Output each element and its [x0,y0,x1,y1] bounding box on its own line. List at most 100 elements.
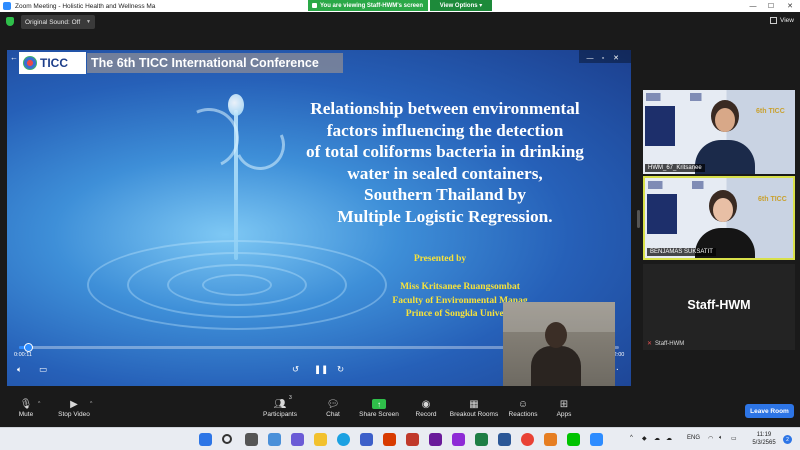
staff-tile[interactable]: Staff-HWM ✕ Staff-HWM [643,264,795,350]
notification-badge[interactable]: 2 [783,435,792,444]
reactions-button[interactable]: ☺︎ Reactions [507,397,539,425]
chevron-down-icon: ▾ [479,3,483,9]
wifi-icon[interactable]: ◠ [708,435,713,442]
forward-icon[interactable]: ↻ [337,364,344,375]
tray-app-icon[interactable]: ◆ [642,435,647,442]
slide-title-line: Multiple Logistic Regression. [337,206,553,226]
powerpoint-icon[interactable] [406,433,419,446]
person-silhouette [531,346,581,386]
excel-icon[interactable] [475,433,488,446]
self-camera-tile[interactable] [503,302,615,386]
window-titlebar: Zoom Meeting - Holistic Health and Welln… [0,0,800,12]
ripple-ring [202,274,272,296]
chat-icon: 💬︎ [326,398,340,410]
breakout-rooms-button[interactable]: ▦ Breakout Rooms [449,397,499,425]
apps-icon: ⊞ [559,398,569,410]
windows-taskbar: ^ ◆ ☁︎ ☁︎ ENG ◠ 🔈︎ ▭ 11:19 5/3/2565 2 [0,427,800,450]
minimize-video-icon[interactable]: — [585,54,595,62]
ticc-logo-icon [23,56,37,70]
word-icon[interactable] [498,433,511,446]
rewind-icon[interactable]: ↺ [292,364,299,375]
office-icon[interactable] [383,433,396,446]
panel-resize-handle[interactable] [637,210,640,228]
onedrive-icon[interactable]: ☁︎ [666,435,672,442]
progress-knob[interactable] [24,343,33,352]
person-face [715,108,735,132]
subtitles-icon[interactable]: ▭ [39,364,47,375]
slide-title-line: Relationship between environmental [310,99,580,118]
mute-button[interactable]: 🎙︎ Mute [14,397,38,425]
participant-tile-active[interactable]: 6th TICC BENJAMAS SUKSATIT [643,176,795,260]
share-screen-button[interactable]: ↑ Share Screen [358,397,400,425]
slide-title-line: of total coliforms bacteria in drinking [306,142,584,161]
close-video-icon[interactable]: ✕ [611,54,621,62]
chrome-icon[interactable] [521,433,534,446]
record-icon: ◉ [421,398,431,410]
presented-by: Presented by [413,254,467,264]
current-time: 0:00:11 [14,352,32,358]
apps-label: Apps [556,411,572,418]
staff-name-label: ✕ Staff-HWM [647,340,684,348]
view-options-button[interactable]: View Options ▾ [430,0,492,11]
restore-video-icon[interactable]: ▫ [598,54,608,62]
mic-muted-icon: ✕ [647,341,653,347]
onenote-icon[interactable] [452,433,465,446]
file-explorer-icon[interactable] [314,433,327,446]
line-icon[interactable] [567,433,580,446]
conference-title: The 6th TICC International Conference [87,53,343,73]
reactions-icon: ☺︎ [517,398,529,410]
record-button[interactable]: ◉ Record [414,397,438,425]
grid-icon [770,17,778,24]
conference-logo: 6th TICC [756,108,785,115]
presenter-name: Miss Kritsanee Ruangsombat [400,282,520,292]
leave-room-button[interactable]: Leave Room [745,404,794,418]
participant-name: HWM_67_Kritsanee [645,164,705,172]
app-icon[interactable] [544,433,557,446]
chevron-down-icon: ▼ [86,19,91,25]
record-label: Record [415,411,437,418]
minimize-icon[interactable]: — [746,0,760,12]
task-view-icon[interactable] [245,433,258,446]
viewing-banner: You are viewing Staff-HWM's screen [308,0,428,11]
sponsor-logos [646,93,792,101]
start-icon[interactable] [199,433,212,446]
chat-button[interactable]: 💬︎ Chat [322,397,344,425]
clock-time: 11:19 [756,432,772,438]
pause-icon[interactable]: ❚❚ [314,364,328,375]
premiere-icon[interactable] [429,433,442,446]
person-face [713,198,733,222]
original-sound-toggle[interactable]: Original Sound: Off ▼ [21,15,95,29]
video-options-caret[interactable]: ^ [90,401,92,407]
battery-icon[interactable]: ▭ [731,435,737,442]
chevron-up-icon[interactable]: ^ [630,435,633,441]
view-button[interactable]: View [770,17,794,24]
window-title: Zoom Meeting - Holistic Health and Welln… [15,2,156,10]
staff-display-name: Staff-HWM [687,298,751,312]
store-icon[interactable] [360,433,373,446]
sponsor-logos [648,181,793,189]
stop-video-button[interactable]: ▶︎ Stop Video [56,397,92,425]
close-icon[interactable]: ✕ [783,0,797,12]
mute-options-caret[interactable]: ^ [38,401,40,407]
breakout-rooms-icon: ▦ [469,398,479,410]
cloud-icon[interactable]: ☁︎ [654,435,660,442]
maximize-icon[interactable]: ☐ [764,0,778,12]
slide-title-line: Southern Thailand by [363,185,526,204]
zoom-taskbar-icon[interactable] [590,433,603,446]
edge-icon[interactable] [337,433,350,446]
teams-icon[interactable] [291,433,304,446]
apps-button[interactable]: ⊞ Apps [553,397,575,425]
shield-icon[interactable] [6,17,14,26]
back-arrow-icon[interactable]: ← [10,53,18,62]
input-language[interactable]: ENG [687,435,700,441]
widgets-icon[interactable] [268,433,281,446]
system-clock[interactable]: 11:19 5/3/2565 [744,431,784,447]
participants-button[interactable]: 👥︎ Participants [262,397,298,425]
volume-icon[interactable]: 🔈︎ [17,364,22,375]
sdg-poster [647,194,677,234]
participant-tile[interactable]: 6th TICC HWM_67_Kritsanee [643,90,795,174]
search-icon[interactable] [222,434,232,444]
speaker-icon[interactable]: 🔈︎ [719,435,723,442]
mute-label: Mute [18,411,34,418]
video-camera-icon: ▶︎ [70,398,78,410]
